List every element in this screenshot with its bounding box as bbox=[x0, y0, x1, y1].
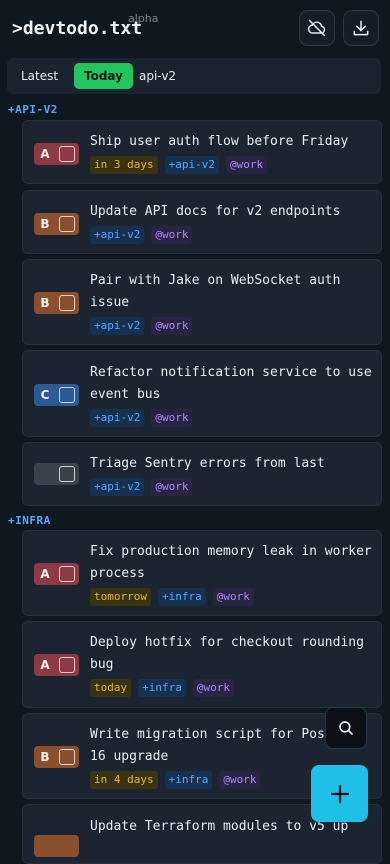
task-card[interactable]: A Ship user auth flow before Friday in 3… bbox=[22, 120, 382, 184]
sync-toggle-button[interactable] bbox=[299, 10, 335, 46]
task-title: Update API docs for v2 endpoints bbox=[90, 204, 341, 219]
task-title: Fix production memory leak in worker pro… bbox=[90, 544, 372, 581]
priority-letter: A bbox=[40, 147, 50, 161]
group-header-infra: +INFRA bbox=[8, 514, 51, 527]
tab-api-v2[interactable]: api-v2 bbox=[129, 63, 186, 89]
task-card[interactable]: A Deploy hotfix for checkout rounding bu… bbox=[22, 621, 382, 708]
project-tag[interactable]: +api-v2 bbox=[90, 478, 145, 496]
project-tag[interactable]: +infra bbox=[157, 588, 206, 606]
priority-badge-a: A bbox=[34, 563, 79, 585]
context-tag[interactable]: @work bbox=[151, 317, 193, 335]
context-tag[interactable]: @work bbox=[219, 771, 261, 789]
alpha-badge: alpha bbox=[128, 12, 159, 25]
priority-letter: A bbox=[40, 658, 50, 672]
tab-today[interactable]: Today bbox=[74, 63, 133, 89]
due-tag[interactable]: in 4 days bbox=[90, 771, 158, 789]
priority-badge-b bbox=[34, 835, 79, 857]
search-icon bbox=[339, 721, 353, 735]
project-tag[interactable]: +infra bbox=[138, 679, 186, 697]
task-title: Deploy hotfix for checkout rounding bug bbox=[90, 635, 364, 672]
download-button[interactable] bbox=[343, 10, 379, 46]
task-title: Pair with Jake on WebSocket auth issue bbox=[90, 273, 341, 310]
search-button[interactable] bbox=[325, 707, 367, 749]
context-tag[interactable]: @work bbox=[225, 156, 268, 174]
app-header: >devtodo.txt alpha bbox=[0, 0, 390, 56]
task-card[interactable]: Triage Sentry errors from last deploy +a… bbox=[22, 442, 382, 506]
priority-badge-a: A bbox=[34, 143, 79, 165]
priority-letter: A bbox=[40, 567, 50, 581]
context-tag[interactable]: @work bbox=[192, 679, 234, 697]
priority-badge-c: C bbox=[34, 384, 79, 406]
priority-letter: B bbox=[40, 296, 50, 310]
priority-letter: B bbox=[40, 750, 50, 764]
project-tag[interactable]: +api-v2 bbox=[90, 226, 145, 244]
add-task-button[interactable] bbox=[311, 765, 368, 822]
project-tag[interactable]: +api-v2 bbox=[90, 409, 145, 427]
task-checkbox[interactable] bbox=[59, 387, 75, 403]
task-checkbox[interactable] bbox=[59, 657, 75, 673]
project-tag[interactable]: +api-v2 bbox=[90, 317, 145, 335]
context-tag[interactable]: @work bbox=[151, 478, 193, 496]
priority-letter: C bbox=[40, 388, 50, 402]
priority-badge-b: B bbox=[34, 213, 79, 235]
task-card[interactable]: A Fix production memory leak in worker p… bbox=[22, 530, 382, 616]
task-checkbox[interactable] bbox=[59, 566, 75, 582]
project-tag[interactable]: +infra bbox=[164, 771, 213, 789]
task-checkbox[interactable] bbox=[59, 466, 75, 482]
task-checkbox[interactable] bbox=[59, 295, 75, 311]
task-checkbox[interactable] bbox=[59, 146, 75, 162]
priority-badge-b: B bbox=[34, 292, 79, 314]
cloud-off-icon bbox=[307, 19, 326, 37]
context-tag[interactable]: @work bbox=[151, 409, 193, 427]
due-tag[interactable]: today bbox=[90, 679, 132, 697]
group-header-api-v2: +API-V2 bbox=[8, 103, 58, 116]
task-card[interactable]: C Refactor notification service to use e… bbox=[22, 350, 382, 437]
priority-letter: B bbox=[40, 217, 50, 231]
priority-badge-none bbox=[34, 463, 79, 485]
context-tag[interactable]: @work bbox=[212, 588, 254, 606]
due-tag[interactable]: tomorrow bbox=[90, 588, 151, 606]
task-checkbox[interactable] bbox=[59, 749, 75, 765]
project-tag[interactable]: +api-v2 bbox=[164, 156, 219, 174]
task-title: Refactor notification service to use eve… bbox=[90, 365, 372, 402]
priority-badge-b: B bbox=[34, 746, 79, 768]
download-icon bbox=[353, 20, 369, 36]
app-title: >devtodo.txt bbox=[12, 18, 143, 39]
plus-icon bbox=[330, 784, 349, 803]
filter-tabs: Latest Today api-v2 bbox=[7, 58, 381, 94]
due-tag[interactable]: in 3 days bbox=[90, 156, 158, 174]
tab-latest[interactable]: Latest bbox=[11, 63, 68, 89]
task-title: Ship user auth flow before Friday bbox=[90, 134, 349, 149]
task-checkbox[interactable] bbox=[59, 216, 75, 232]
priority-badge-a: A bbox=[34, 654, 79, 676]
task-card[interactable]: B Pair with Jake on WebSocket auth issue… bbox=[22, 259, 382, 345]
task-card[interactable]: B Update API docs for v2 endpoints +api-… bbox=[22, 190, 382, 254]
context-tag[interactable]: @work bbox=[151, 226, 193, 244]
